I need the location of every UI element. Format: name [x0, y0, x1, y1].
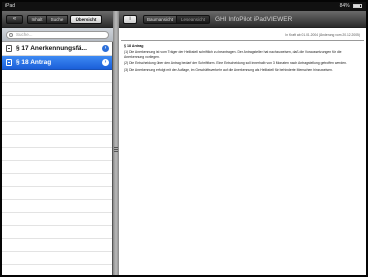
document-icon — [6, 59, 12, 66]
chevron-right-icon[interactable]: › — [102, 45, 109, 52]
empty-row — [2, 161, 112, 174]
empty-row — [2, 252, 112, 265]
tab-suche[interactable]: Suche — [47, 15, 68, 24]
list-item-label: § 18 Antrag — [16, 59, 52, 66]
tab-uebersicht[interactable]: Übersicht — [70, 15, 102, 24]
device-bezel: iPad 84% « Inhalt Suche Übersicht Suche.… — [0, 0, 368, 277]
battery-percent: 84% — [339, 3, 350, 9]
empty-row — [2, 122, 112, 135]
battery-indicator: 84% — [340, 2, 362, 11]
right-pane: i Baumansicht Leseansicht GHI InfoPilot … — [119, 11, 366, 275]
empty-row — [2, 83, 112, 96]
status-bar: iPad 84% — [2, 2, 366, 11]
empty-row — [2, 213, 112, 226]
document-paragraph: (1) Die Anerkennung ist vom Träger der H… — [124, 50, 342, 59]
back-button[interactable]: « — [6, 15, 23, 24]
empty-row — [2, 148, 112, 161]
app-title: GHI InfoPilot iPadVIEWER — [215, 16, 293, 23]
empty-row — [2, 174, 112, 187]
empty-row — [2, 187, 112, 200]
document-heading: § 18 Antrag — [124, 44, 144, 48]
document-meta: In Kraft ab 01.01.2004 (Änderung vom 20.… — [285, 33, 360, 37]
list-item-selected[interactable]: § 18 Antrag › — [2, 56, 112, 70]
chevron-right-icon[interactable]: › — [102, 59, 109, 66]
document-icon — [6, 45, 12, 52]
battery-icon — [353, 3, 362, 8]
divider — [121, 40, 364, 41]
tab-baumansicht[interactable]: Baumansicht — [143, 15, 177, 24]
screen: iPad 84% « Inhalt Suche Übersicht Suche.… — [2, 2, 366, 275]
info-button[interactable]: i — [123, 15, 137, 24]
drag-handle-icon[interactable] — [114, 146, 118, 154]
empty-row — [2, 135, 112, 148]
left-pane: « Inhalt Suche Übersicht Suche... § 17 A… — [2, 11, 113, 275]
search-icon — [9, 33, 13, 37]
empty-row — [2, 109, 112, 122]
right-toolbar: i Baumansicht Leseansicht GHI InfoPilot … — [119, 11, 366, 28]
search-placeholder: Suche... — [16, 32, 33, 37]
list-item[interactable]: § 17 Anerkennungsfä... › — [2, 42, 112, 56]
document-paragraph: (2) Die Entscheidung über den Antrag bed… — [124, 61, 347, 65]
empty-row — [2, 239, 112, 252]
search-bar: Suche... — [2, 28, 113, 42]
document-paragraph: (3) Die Anerkennung erfolgt mit der Aufl… — [124, 68, 333, 72]
carrier-label: iPad — [5, 3, 16, 9]
list-item-label: § 17 Anerkennungsfä... — [16, 45, 87, 52]
search-input[interactable]: Suche... — [6, 31, 109, 39]
empty-row — [2, 70, 112, 83]
tab-leseansicht[interactable]: Leseansicht — [177, 15, 210, 24]
empty-row — [2, 226, 112, 239]
left-toolbar: « Inhalt Suche Übersicht — [2, 11, 113, 28]
tab-inhalt[interactable]: Inhalt — [27, 15, 47, 24]
document-view[interactable]: In Kraft ab 01.01.2004 (Änderung vom 20.… — [119, 28, 366, 275]
empty-row — [2, 96, 112, 109]
empty-row — [2, 200, 112, 213]
